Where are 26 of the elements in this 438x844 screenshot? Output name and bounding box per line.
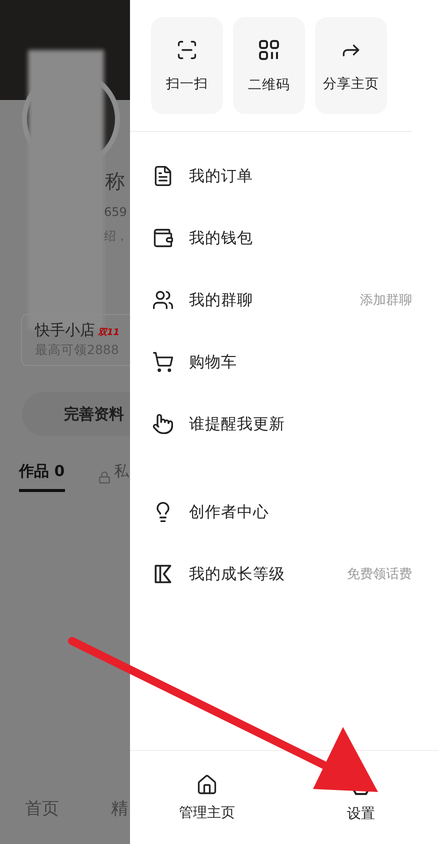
menu-label: 我的成长等级 [189,564,286,584]
home-icon [196,774,218,796]
people-icon [152,289,174,311]
menu-label: 创作者中心 [189,502,270,522]
quick-action-button[interactable]: 二维码 [233,17,305,114]
name-text: 称 [105,168,125,195]
menu-label: 我的钱包 [189,228,254,248]
menu-label: 我的订单 [189,166,254,186]
document-icon [152,165,174,187]
lock-icon [98,470,111,484]
menu-hint: 添加群聊 [360,292,412,309]
cart-icon [152,351,174,373]
scan-icon [176,38,198,60]
edit-profile-button[interactable]: 完善资料 [22,392,130,436]
quick-action-button[interactable]: 扫一扫 [151,17,223,114]
wallet-icon [152,227,174,249]
menu-label: 谁提醒我更新 [189,414,286,434]
profile-tab[interactable]: 作品 0 [19,462,65,492]
shop-title: 快手小店 双11 [35,321,121,340]
hand-icon [152,413,174,435]
grid-icon [257,38,281,62]
menu-label: 购物车 [189,352,238,372]
quick-action-button[interactable]: 分享主页 [315,17,387,114]
id-text: 659 [104,205,127,219]
menu-label: 我的群聊 [189,290,254,310]
menu-hint: 免费领话费 [347,566,412,583]
